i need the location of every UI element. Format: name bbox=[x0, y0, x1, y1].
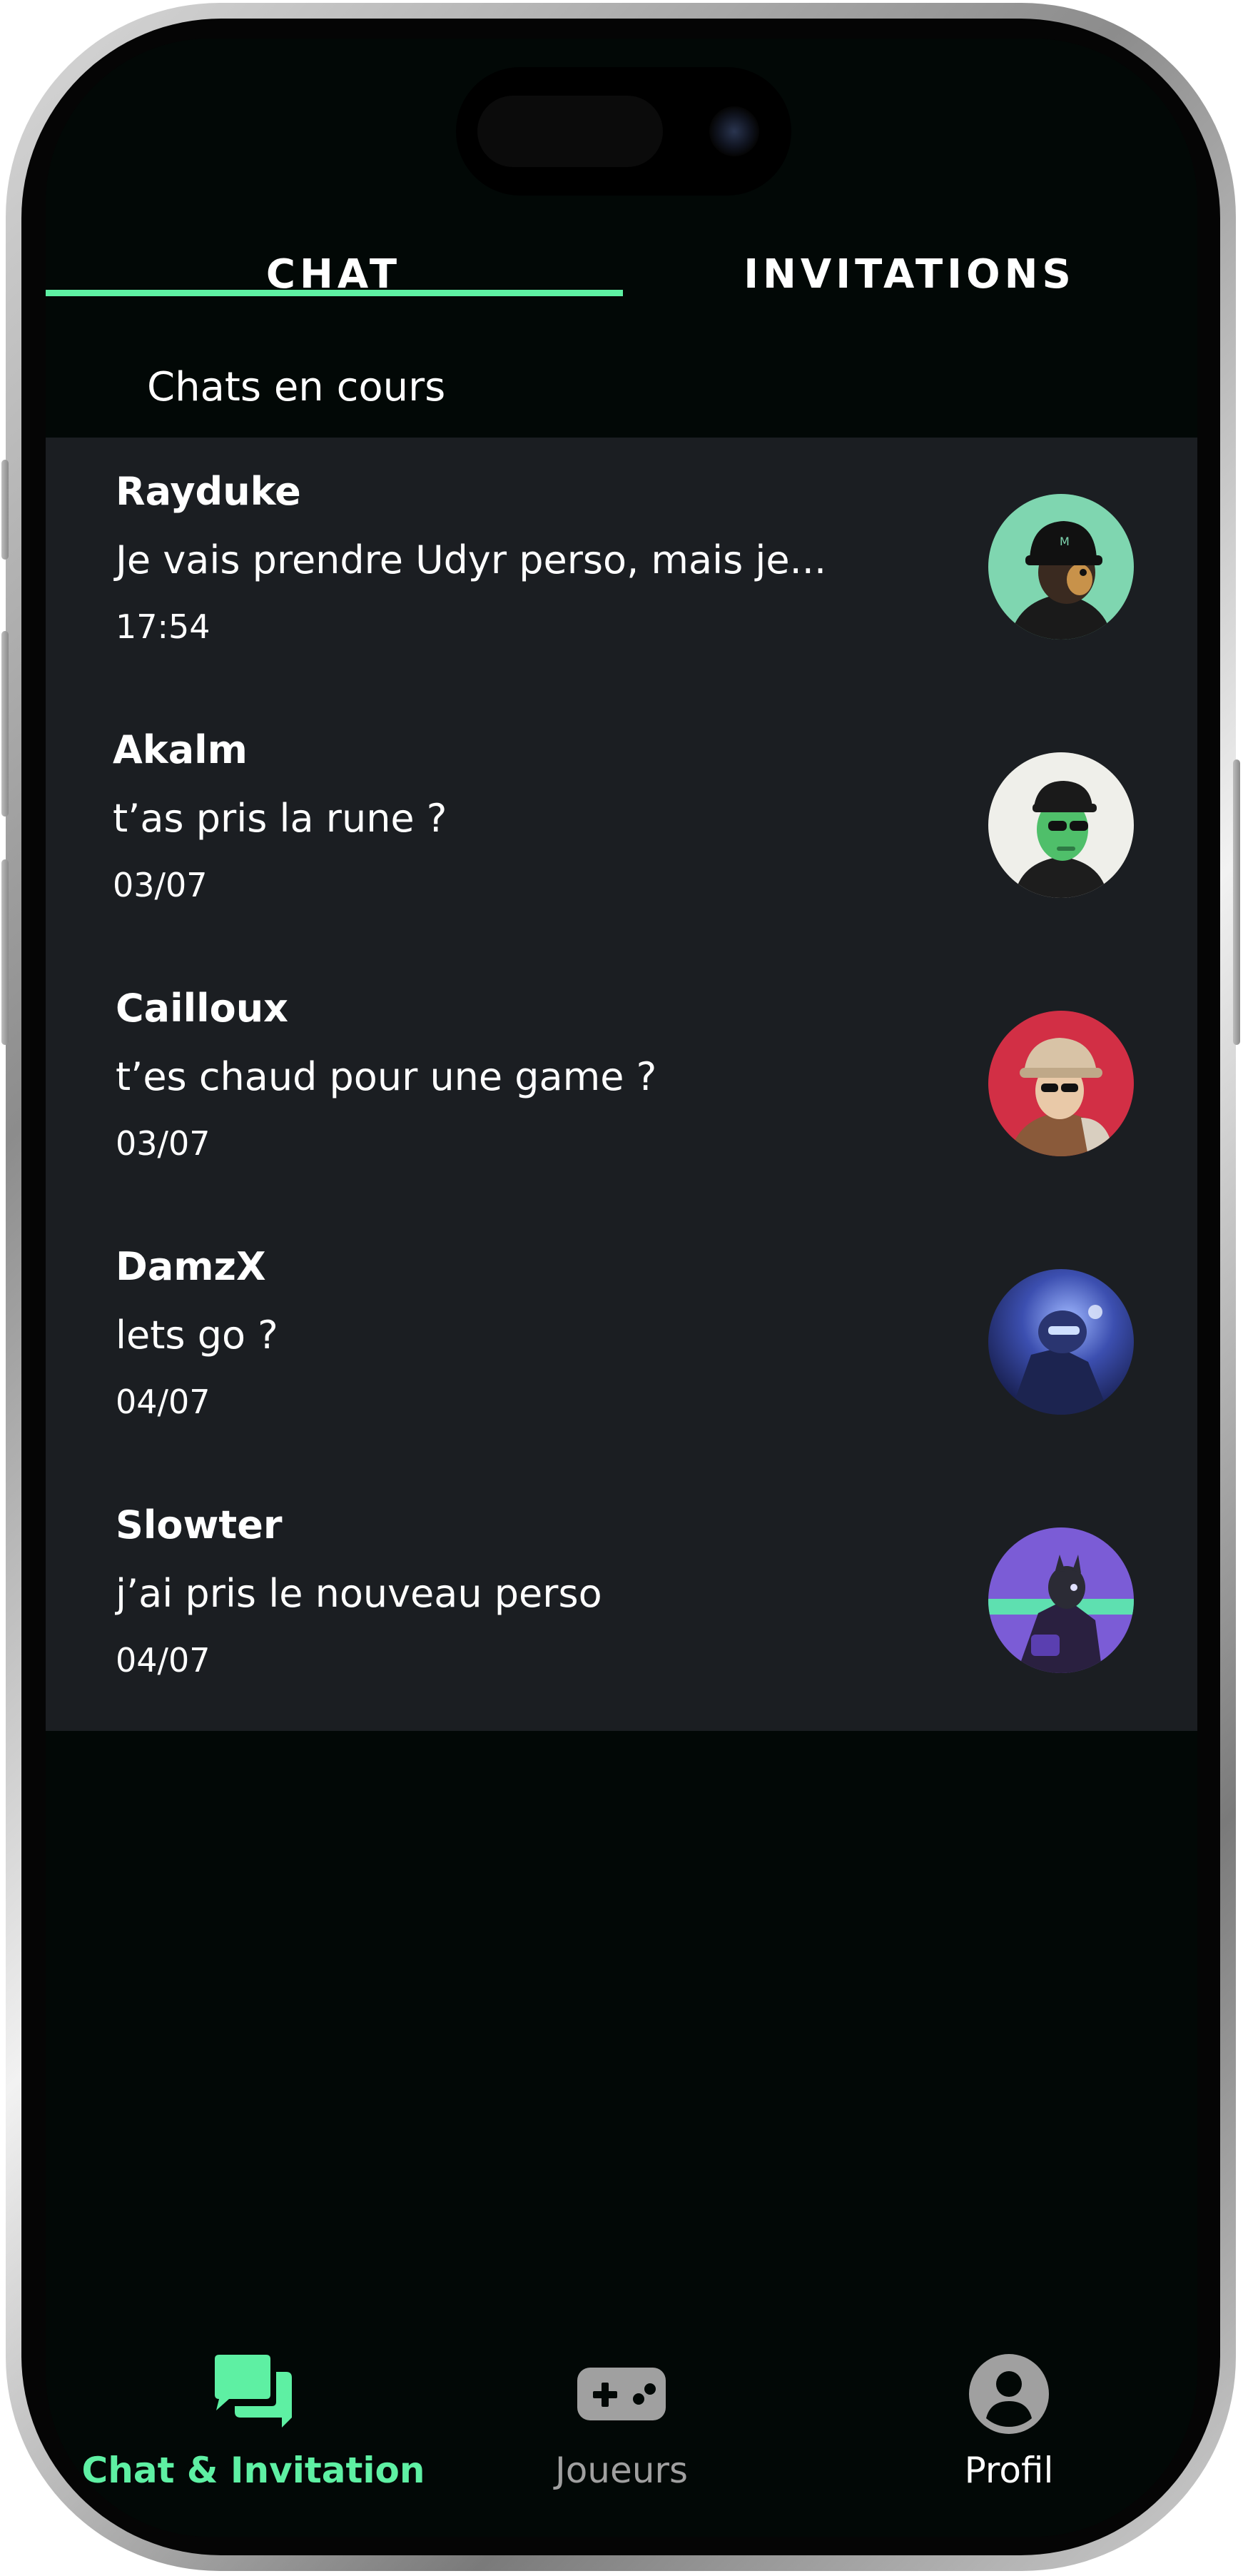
bottom-nav: Chat & Invitation Joueurs Profil bbox=[46, 2351, 1197, 2537]
nav-joueurs[interactable]: Joueurs bbox=[554, 2351, 689, 2515]
chat-item-slowter[interactable]: Slowter j’ai pris le nouveau perso 04/07 bbox=[46, 1471, 1197, 1729]
avatar-slowter bbox=[988, 1527, 1134, 1673]
chat-time: 17:54 bbox=[116, 607, 210, 646]
side-button-power bbox=[1233, 759, 1240, 1045]
nav-label: Profil bbox=[964, 2450, 1054, 2491]
chat-last-message: j’ai pris le nouveau perso bbox=[116, 1571, 602, 1616]
top-tabs: CHAT INVITATIONS bbox=[46, 210, 1197, 338]
nav-chat-invitation[interactable]: Chat & Invitation bbox=[82, 2351, 425, 2515]
chat-last-message: t’es chaud pour une game ? bbox=[116, 1054, 657, 1099]
side-button-action bbox=[1, 460, 9, 560]
chat-name: Rayduke bbox=[116, 469, 301, 514]
chat-last-message: Je vais prendre Udyr perso, mais je... bbox=[116, 537, 827, 582]
nav-label: Chat & Invitation bbox=[81, 2450, 425, 2491]
chat-item-akalm[interactable]: Akalm t’as pris la rune ? 03/07 bbox=[46, 696, 1197, 954]
avatar-rayduke: M bbox=[988, 494, 1134, 640]
gamepad-icon bbox=[572, 2351, 671, 2437]
chat-time: 03/07 bbox=[116, 1124, 210, 1163]
chat-name: Cailloux bbox=[116, 986, 288, 1031]
tab-invitations[interactable]: INVITATIONS bbox=[622, 210, 1197, 338]
chat-bubbles-icon bbox=[203, 2351, 303, 2437]
side-button-volume-down bbox=[1, 859, 9, 1045]
chat-list: Rayduke Je vais prendre Udyr perso, mais… bbox=[46, 438, 1197, 1731]
chat-time: 04/07 bbox=[116, 1383, 210, 1421]
chat-name: Akalm bbox=[113, 727, 248, 772]
chat-item-rayduke[interactable]: Rayduke Je vais prendre Udyr perso, mais… bbox=[46, 438, 1197, 696]
chat-last-message: t’as pris la rune ? bbox=[113, 796, 447, 841]
user-circle-icon bbox=[959, 2351, 1059, 2437]
avatar-cailloux bbox=[988, 1011, 1134, 1156]
active-tab-indicator bbox=[46, 290, 623, 296]
dynamic-island bbox=[456, 67, 791, 196]
front-camera-icon bbox=[709, 106, 759, 156]
tab-chat[interactable]: CHAT bbox=[46, 210, 622, 338]
avatar-damzx bbox=[988, 1269, 1134, 1415]
nav-label: Joueurs bbox=[554, 2450, 689, 2491]
chat-time: 04/07 bbox=[116, 1641, 210, 1680]
avatar-akalm bbox=[988, 752, 1134, 898]
svg-text:M: M bbox=[1060, 535, 1070, 548]
side-button-volume-up bbox=[1, 631, 9, 817]
nav-profil[interactable]: Profil bbox=[930, 2351, 1087, 2515]
chat-name: Slowter bbox=[116, 1502, 283, 1547]
chat-item-cailloux[interactable]: Cailloux t’es chaud pour une game ? 03/0… bbox=[46, 954, 1197, 1213]
chat-time: 03/07 bbox=[113, 866, 208, 904]
app-screen: CHAT INVITATIONS Chats en cours Rayduke … bbox=[46, 39, 1197, 2537]
section-title: Chats en cours bbox=[147, 364, 446, 410]
chat-item-damzx[interactable]: DamzX lets go ? 04/07 bbox=[46, 1213, 1197, 1471]
island-sensor bbox=[477, 96, 663, 167]
chat-last-message: lets go ? bbox=[116, 1313, 278, 1358]
chat-name: DamzX bbox=[116, 1244, 266, 1289]
